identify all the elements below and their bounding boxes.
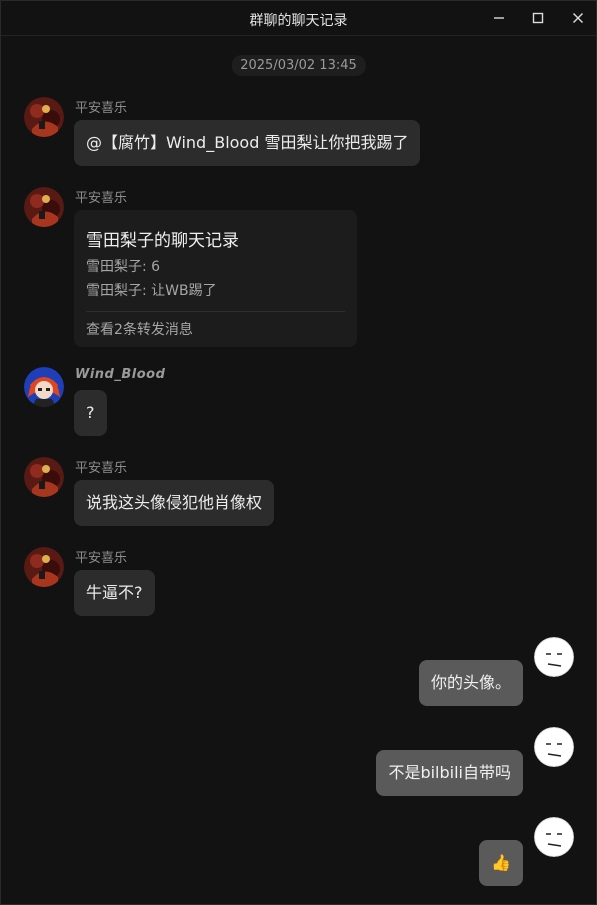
sender-name: 平安喜乐 [75, 191, 128, 206]
forwarded-chat-card[interactable]: 雪田梨子的聊天记录 雪田梨子: 6 雪田梨子: 让WB踢了 查看2条转发消息 [74, 210, 357, 347]
message-bubble[interactable]: 不是bilbili自带吗 [376, 750, 523, 796]
close-icon [572, 12, 584, 24]
chat-history-window: 群聊的聊天记录 2025/03/02 13:45 平安喜乐 @【腐竹】Wind_… [0, 0, 597, 905]
avatar[interactable] [24, 457, 64, 497]
view-forwarded-link[interactable]: 查看2条转发消息 [86, 319, 193, 339]
avatar[interactable] [24, 547, 64, 587]
thumbs-up-bubble[interactable]: 👍 [479, 840, 523, 886]
close-button[interactable] [567, 7, 589, 29]
sender-name: 平安喜乐 [75, 551, 128, 566]
avatar[interactable] [534, 817, 574, 857]
avatar[interactable] [24, 97, 64, 137]
sender-name: 平安喜乐 [75, 461, 128, 476]
message-bubble[interactable]: 说我这头像侵犯他肖像权 [74, 480, 275, 526]
avatar[interactable] [534, 727, 574, 767]
message-timestamp: 2025/03/02 13:45 [231, 55, 366, 76]
maximize-button[interactable] [527, 7, 549, 29]
message-bubble[interactable]: @【腐竹】Wind_Blood 雪田梨让你把我踢了 [74, 120, 421, 166]
avatar[interactable] [24, 187, 64, 227]
minimize-icon [493, 12, 505, 24]
message-bubble[interactable]: ? [74, 390, 107, 436]
message-bubble[interactable]: 牛逼不? [74, 570, 155, 616]
forwarded-line: 雪田梨子: 6 [86, 259, 161, 275]
maximize-icon [532, 12, 544, 24]
sender-name: 平安喜乐 [75, 101, 128, 116]
sender-name: Wind_Blood [75, 367, 166, 382]
message-bubble[interactable]: 你的头像。 [418, 660, 523, 706]
avatar[interactable] [24, 367, 64, 407]
minimize-button[interactable] [488, 7, 510, 29]
divider [86, 311, 345, 312]
avatar[interactable] [534, 637, 574, 677]
forwarded-chat-title: 雪田梨子的聊天记录 [86, 231, 239, 251]
forwarded-line: 雪田梨子: 让WB踢了 [86, 283, 217, 299]
title-bar: 群聊的聊天记录 [1, 1, 596, 36]
